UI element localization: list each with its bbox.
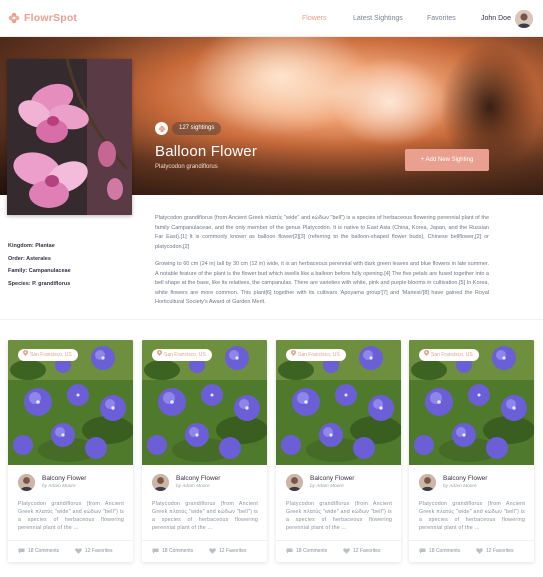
author-avatar[interactable] (286, 474, 303, 491)
card-footer: 18 Comments 12 Favorites (8, 540, 133, 562)
description-paragraph-2: Growing to 60 cm (24 in) tall by 30 cm (… (155, 261, 489, 305)
favorites-link[interactable]: 12 Favorites (476, 548, 514, 554)
heart-icon (75, 548, 82, 554)
user-name[interactable]: John Doe (481, 15, 511, 22)
card-footer: 18 Comments 12 Favorites (409, 540, 534, 562)
comments-count: 18 Comments (429, 548, 461, 554)
location-pill[interactable]: San Francisco, US (419, 349, 479, 361)
location-pill[interactable]: San Francisco, US (286, 349, 346, 361)
location-text: San Francisco, US (164, 352, 206, 358)
nav-flowers[interactable]: Flowers (302, 15, 327, 22)
sighting-author: by Adam Moore (443, 484, 477, 489)
author-avatar[interactable] (419, 474, 436, 491)
location-text: San Francisco, US (431, 352, 473, 358)
sighting-name[interactable]: Balcony Flower (443, 475, 487, 482)
sighting-image[interactable]: San Francisco, US (276, 340, 401, 465)
page-subtitle: Platycodon grandiflorus (155, 164, 218, 170)
sighting-icon (155, 122, 168, 135)
favorites-link[interactable]: 12 Favorites (343, 548, 381, 554)
comments-count: 18 Comments (28, 548, 60, 554)
favorites-count: 12 Favorites (85, 548, 113, 554)
sighting-description: Platycodon grandiflorus (from Ancient Gr… (286, 501, 392, 531)
author-avatar[interactable] (152, 474, 169, 491)
sighting-image[interactable]: San Francisco, US (8, 340, 133, 465)
sighting-image[interactable]: San Francisco, US (142, 340, 267, 465)
comment-icon (419, 548, 426, 554)
nav-latest-sightings[interactable]: Latest Sightings (353, 15, 403, 22)
sighting-card[interactable]: San Francisco, US Balcony Flower by Adam… (8, 340, 133, 562)
favorites-count: 12 Favorites (219, 548, 247, 554)
card-footer: 18 Comments 12 Favorites (276, 540, 401, 562)
sighting-description: Platycodon grandiflorus (from Ancient Gr… (152, 501, 258, 531)
location-text: San Francisco, US (30, 352, 72, 358)
heart-icon (476, 548, 483, 554)
comments-link[interactable]: 18 Comments (152, 548, 193, 554)
sighting-author: by Adam Moore (310, 484, 344, 489)
taxonomy-order: Order: Asterales (8, 255, 51, 262)
sighting-name[interactable]: Balcony Flower (310, 475, 354, 482)
comments-link[interactable]: 18 Comments (419, 548, 460, 554)
taxonomy-list: Kingdom: Plantae Order: Asterales Family… (8, 240, 71, 290)
top-header: FlowrSpot Flowers Latest Sightings Favor… (0, 0, 543, 37)
sighting-card[interactable]: San Francisco, US Balcony Flower by Adam… (142, 340, 267, 562)
sighting-image[interactable]: San Francisco, US (409, 340, 534, 465)
flower-main-image (7, 59, 132, 215)
nav-favorites[interactable]: Favorites (427, 15, 456, 22)
taxonomy-species: Species: P. grandiflorus (8, 280, 71, 287)
location-pin-icon (291, 349, 296, 361)
comment-icon (18, 548, 25, 554)
logo-text: FlowrSpot (24, 12, 78, 24)
page-title: Balloon Flower (155, 143, 258, 160)
sightings-count-badge[interactable]: 127 sightings (172, 122, 222, 135)
sighting-card[interactable]: San Francisco, US Balcony Flower by Adam… (409, 340, 534, 562)
sighting-name[interactable]: Balcony Flower (176, 475, 220, 482)
sighting-card[interactable]: San Francisco, US Balcony Flower by Adam… (276, 340, 401, 562)
sighting-description: Platycodon grandiflorus (from Ancient Gr… (419, 501, 525, 531)
sighting-author: by Adam Moore (176, 484, 210, 489)
location-pill[interactable]: San Francisco, US (152, 349, 212, 361)
sighting-author: by Adam Moore (42, 484, 76, 489)
flower-logo-icon (8, 12, 20, 24)
comments-link[interactable]: 18 Comments (286, 548, 327, 554)
favorites-count: 12 Favorites (353, 548, 381, 554)
logo[interactable]: FlowrSpot (8, 12, 77, 24)
comments-link[interactable]: 18 Comments (18, 548, 59, 554)
heart-icon (209, 548, 216, 554)
location-pill[interactable]: San Francisco, US (18, 349, 78, 361)
comments-count: 18 Comments (296, 548, 328, 554)
taxonomy-kingdom: Kingdom: Plantae (8, 243, 55, 249)
user-avatar[interactable] (515, 10, 533, 28)
favorites-link[interactable]: 12 Favorites (75, 548, 113, 554)
comment-icon (286, 548, 293, 554)
location-pin-icon (157, 349, 162, 361)
sighting-name[interactable]: Balcony Flower (42, 475, 86, 482)
location-pin-icon (23, 349, 28, 361)
favorites-count: 12 Favorites (486, 548, 514, 554)
comment-icon (152, 548, 159, 554)
heart-icon (343, 548, 350, 554)
favorites-link[interactable]: 12 Favorites (209, 548, 247, 554)
author-avatar[interactable] (18, 474, 35, 491)
add-new-sighting-button[interactable]: + Add New Sighting (405, 149, 489, 171)
card-footer: 18 Comments 12 Favorites (142, 540, 267, 562)
section-divider (0, 319, 543, 320)
location-text: San Francisco, US (298, 352, 340, 358)
location-pin-icon (424, 349, 429, 361)
description-paragraph-1: Platycodon grandiflorus (from Ancient Gr… (155, 215, 489, 250)
sighting-description: Platycodon grandiflorus (from Ancient Gr… (18, 501, 124, 531)
comments-count: 18 Comments (162, 548, 194, 554)
taxonomy-family: Family: Campanulaceae (8, 268, 71, 274)
